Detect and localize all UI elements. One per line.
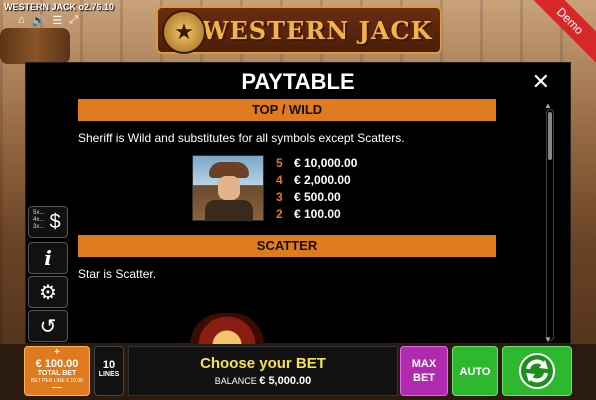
max-bet-button[interactable]: MAX BET: [400, 346, 448, 396]
speaker-icon[interactable]: 🔊: [32, 14, 46, 27]
game-logo: ★ WESTERN JACK: [156, 6, 442, 54]
choose-bet-message: Choose your BET: [200, 355, 326, 372]
scrollbar[interactable]: [546, 109, 554, 341]
settings-button[interactable]: ⚙: [28, 276, 68, 308]
wild-pay-row: 5 € 10,000.00 4 € 2,000.00 3 € 500.00 2 …: [78, 155, 496, 225]
wild-pay-list: 5 € 10,000.00 4 € 2,000.00 3 € 500.00 2 …: [276, 155, 357, 223]
pay-row: 5 € 10,000.00: [276, 156, 358, 170]
paytable-button[interactable]: 5x... 4x... 3x... $: [28, 206, 68, 238]
autoplay-button[interactable]: AUTO: [452, 346, 498, 396]
info-icon: i: [44, 246, 52, 270]
scrollbar-thumb[interactable]: [548, 112, 552, 160]
paytable-title: PAYTABLE: [241, 69, 355, 94]
paytable-content: TOP / WILD Sheriff is Wild and substitut…: [78, 99, 496, 281]
star-scatter-symbol-image: [190, 313, 264, 345]
section-header-scatter: SCATTER: [78, 235, 496, 257]
bet-decrease-button[interactable]: —: [25, 383, 89, 393]
section-header-top-wild: TOP / WILD: [78, 99, 496, 121]
sheriff-badge-icon: ★: [162, 10, 206, 54]
pay-row: 3 € 500.00: [276, 190, 341, 204]
scroll-down-icon[interactable]: ▼: [544, 335, 552, 344]
dollar-icon: $: [49, 210, 61, 233]
wild-description: Sheriff is Wild and substitutes for all …: [78, 131, 405, 145]
sheriff-symbol-image: [192, 155, 264, 221]
total-bet-value: € 100.00: [35, 358, 79, 370]
balance-label: BALANCE: [214, 376, 257, 386]
gear-icon: ⚙: [39, 281, 57, 304]
spin-icon: [519, 353, 555, 389]
history-icon: ↺: [39, 315, 57, 338]
scatter-description: Star is Scatter.: [78, 267, 157, 281]
balance-display: BALANCE € 5,000.00: [129, 375, 397, 387]
history-button[interactable]: ↺: [28, 310, 68, 342]
message-panel: Choose your BET BALANCE € 5,000.00: [128, 346, 398, 396]
info-button[interactable]: i: [28, 242, 68, 274]
close-button[interactable]: ✕: [532, 69, 550, 95]
pay-row: 2 € 100.00: [276, 207, 341, 221]
fullscreen-icon[interactable]: ⤢: [69, 14, 78, 27]
lines-display: 10 LINES: [94, 346, 124, 396]
logo-text: WESTERN JACK: [201, 15, 433, 45]
balance-value: € 5,000.00: [259, 375, 312, 387]
spin-button[interactable]: [502, 346, 572, 396]
top-toolbar: ⌂ 🔊 ☰ ⤢: [18, 14, 78, 27]
total-bet-label: TOTAL BET: [37, 370, 77, 377]
game-version: WESTERN JACK o2.76.10: [4, 2, 115, 12]
scatter-section: SCATTER Star is Scatter.: [78, 235, 496, 281]
bet-increase-button[interactable]: +: [25, 348, 89, 358]
lines-label: LINES: [98, 371, 120, 378]
home-icon[interactable]: ⌂: [18, 14, 25, 27]
multiplier-labels: 5x... 4x... 3x...: [33, 210, 45, 230]
paytable-modal: PAYTABLE ✕ TOP / WILD Sheriff is Wild an…: [25, 62, 571, 345]
pay-row: 4 € 2,000.00: [276, 173, 351, 187]
total-bet-control[interactable]: + € 100.00 TOTAL BET BET PER LINE € 10.0…: [24, 346, 90, 396]
lines-value: 10: [102, 359, 116, 371]
barrel-decoration: [0, 28, 70, 64]
menu-icon[interactable]: ☰: [52, 14, 62, 27]
